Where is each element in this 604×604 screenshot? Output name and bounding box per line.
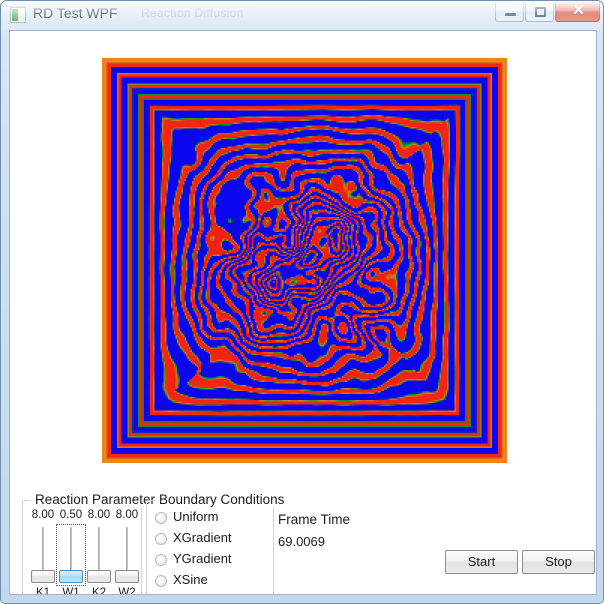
slider-thumb[interactable]: [87, 570, 111, 583]
stop-button[interactable]: Stop: [522, 550, 595, 574]
minimize-icon: [505, 13, 516, 16]
simulation-view[interactable]: [102, 58, 507, 463]
slider-thumb[interactable]: [115, 570, 139, 583]
maximize-icon: [535, 7, 546, 17]
slider-thumb[interactable]: [31, 570, 55, 583]
radio-dot-icon[interactable]: [155, 575, 167, 587]
close-icon: ✕: [572, 2, 585, 19]
window-title-ghost: Reaction Diffusion: [141, 6, 244, 20]
slider-thumb[interactable]: [59, 570, 83, 583]
reaction-parameters-group: Reaction Parameters 8.00 K1 0.50 W1 8.00 K2 8.…: [22, 492, 166, 595]
app-icon: [10, 7, 26, 23]
radio-label: YSine: [173, 593, 208, 594]
start-button[interactable]: Start: [445, 550, 518, 574]
radio-label: XSine: [173, 572, 208, 587]
slider-value-w2: 8.00: [115, 509, 139, 521]
frame-time-value: 69.0069: [278, 534, 325, 549]
slider-label-w2: W2: [118, 587, 136, 595]
slider-track[interactable]: [126, 527, 128, 575]
slider-track[interactable]: [98, 527, 100, 575]
client-area: Reaction Parameters 8.00 K1 0.50 W1 8.00 K2 8.…: [9, 30, 597, 595]
radio-dot-icon[interactable]: [155, 554, 167, 566]
slider-track[interactable]: [70, 527, 72, 575]
boundary-conditions-group: Boundary Conditions Uniform XGradient YGra…: [146, 492, 289, 594]
reaction-diffusion-canvas[interactable]: [102, 58, 507, 463]
application-window: RD Test WPF Reaction Diffusion ✕ Reactio…: [0, 0, 604, 604]
minimize-button[interactable]: [495, 2, 524, 22]
radio-label: XGradient: [173, 530, 232, 545]
radio-label: Uniform: [173, 509, 219, 524]
slider-track[interactable]: [42, 527, 44, 575]
radio-dot-icon[interactable]: [155, 512, 167, 524]
window-title: RD Test WPF: [33, 5, 118, 21]
radio-dot-icon[interactable]: [155, 533, 167, 545]
title-bar[interactable]: RD Test WPF Reaction Diffusion ✕: [1, 1, 603, 30]
frame-time-label: Frame Time: [278, 512, 351, 527]
maximize-button[interactable]: [525, 2, 554, 22]
radio-label: YGradient: [173, 551, 232, 566]
close-button[interactable]: ✕: [555, 2, 600, 22]
boundary-conditions-title: Boundary Conditions: [155, 492, 289, 507]
